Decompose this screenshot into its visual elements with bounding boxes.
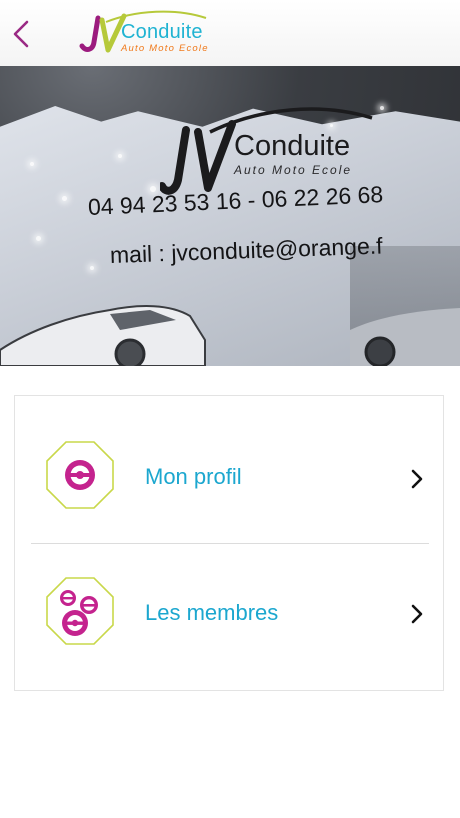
brand-logo-text: Conduite bbox=[121, 21, 203, 43]
back-button[interactable] bbox=[6, 14, 36, 54]
brand-logo-subtitle: Auto Moto Ecole bbox=[121, 43, 209, 54]
hero-brand-subtitle: Auto Moto Ecole bbox=[234, 163, 353, 177]
car-silhouette bbox=[0, 305, 460, 366]
steering-wheels-group-icon bbox=[46, 577, 114, 645]
sparkle bbox=[30, 162, 34, 166]
chevron-right-icon bbox=[411, 604, 423, 624]
menu-item-label: Les membres bbox=[145, 600, 279, 625]
sparkle bbox=[90, 266, 94, 270]
sparkle bbox=[118, 154, 122, 158]
menu-card: Mon profil Les membres bbox=[14, 395, 444, 691]
menu-item-mon-profil[interactable]: Mon profil bbox=[15, 396, 443, 542]
menu-divider bbox=[31, 543, 429, 544]
hero-photo: Conduite Auto Moto Ecole 04 94 23 53 16 … bbox=[0, 66, 460, 366]
sparkle bbox=[62, 196, 67, 201]
menu-item-les-membres[interactable]: Les membres bbox=[15, 545, 443, 691]
chevron-left-icon bbox=[13, 20, 29, 48]
menu-item-label: Mon profil bbox=[145, 464, 242, 489]
sparkle bbox=[36, 236, 41, 241]
hero-brand-text: Conduite bbox=[234, 130, 351, 162]
app-header: Conduite Auto Moto Ecole bbox=[0, 0, 460, 66]
steering-wheel-icon bbox=[46, 441, 114, 509]
chevron-right-icon bbox=[411, 469, 423, 489]
